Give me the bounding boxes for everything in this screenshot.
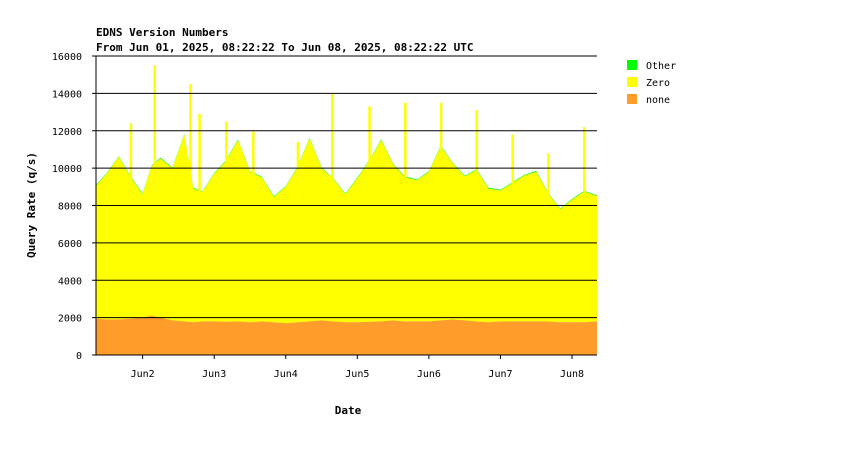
y-tick-label-12000: 12000	[52, 127, 82, 138]
chart: EDNS Version Numbers From Jun 01, 2025, …	[25, 26, 676, 417]
spike-8	[331, 93, 334, 179]
spike-3	[189, 84, 192, 172]
legend-label-other: Other	[646, 61, 676, 72]
y-tick-label-0: 0	[76, 351, 82, 362]
series-zero-area	[96, 134, 597, 324]
spike-10	[404, 102, 407, 179]
x-tick-label-Jun2: Jun2	[131, 369, 155, 380]
legend-swatch-other	[627, 60, 637, 70]
chart-subtitle: From Jun 01, 2025, 08:22:22 To Jun 08, 2…	[96, 41, 474, 54]
chart-title: EDNS Version Numbers	[96, 26, 228, 39]
x-tick-label-Jun8: Jun8	[560, 369, 584, 380]
x-tick-label-Jun5: Jun5	[345, 369, 369, 380]
legend-label-none: none	[646, 95, 670, 106]
spike-4	[198, 113, 201, 193]
legend: Other Zero none	[627, 60, 676, 106]
x-tick-label-Jun3: Jun3	[202, 369, 226, 380]
plot-area	[96, 65, 597, 355]
y-tick-label-10000: 10000	[52, 164, 82, 175]
spike-9	[368, 106, 371, 163]
legend-swatch-none	[627, 94, 637, 104]
y-tick-label-4000: 4000	[58, 276, 82, 287]
y-tick-label-2000: 2000	[58, 314, 82, 325]
spike-11	[439, 102, 443, 148]
legend-swatch-zero	[627, 77, 637, 87]
y-tick-label-6000: 6000	[58, 239, 82, 250]
spike-7	[296, 142, 300, 169]
spike-14	[547, 153, 550, 195]
y-tick-label-16000: 16000	[52, 52, 82, 63]
x-tick-label-Jun6: Jun6	[417, 369, 441, 380]
y-tick-label-14000: 14000	[52, 89, 82, 100]
y-axis-label: Query Rate (q/s)	[25, 152, 38, 258]
spike-2	[153, 65, 156, 165]
y-tick-labels: 0 2000 4000 6000 8000 10000 12000 14000 16000	[52, 52, 96, 362]
spike-13	[511, 134, 514, 185]
spike-12	[475, 110, 479, 171]
x-tick-labels: Jun2 Jun3 Jun4 Jun5 Jun6 Jun7 Jun8	[131, 355, 584, 380]
spike-1	[129, 123, 133, 179]
spike-5	[225, 121, 228, 162]
x-tick-label-Jun4: Jun4	[274, 369, 298, 380]
y-tick-label-8000: 8000	[58, 202, 82, 213]
spike-15	[583, 127, 586, 193]
x-axis-label: Date	[335, 404, 362, 417]
legend-label-zero: Zero	[646, 78, 670, 89]
x-tick-label-Jun7: Jun7	[488, 369, 512, 380]
